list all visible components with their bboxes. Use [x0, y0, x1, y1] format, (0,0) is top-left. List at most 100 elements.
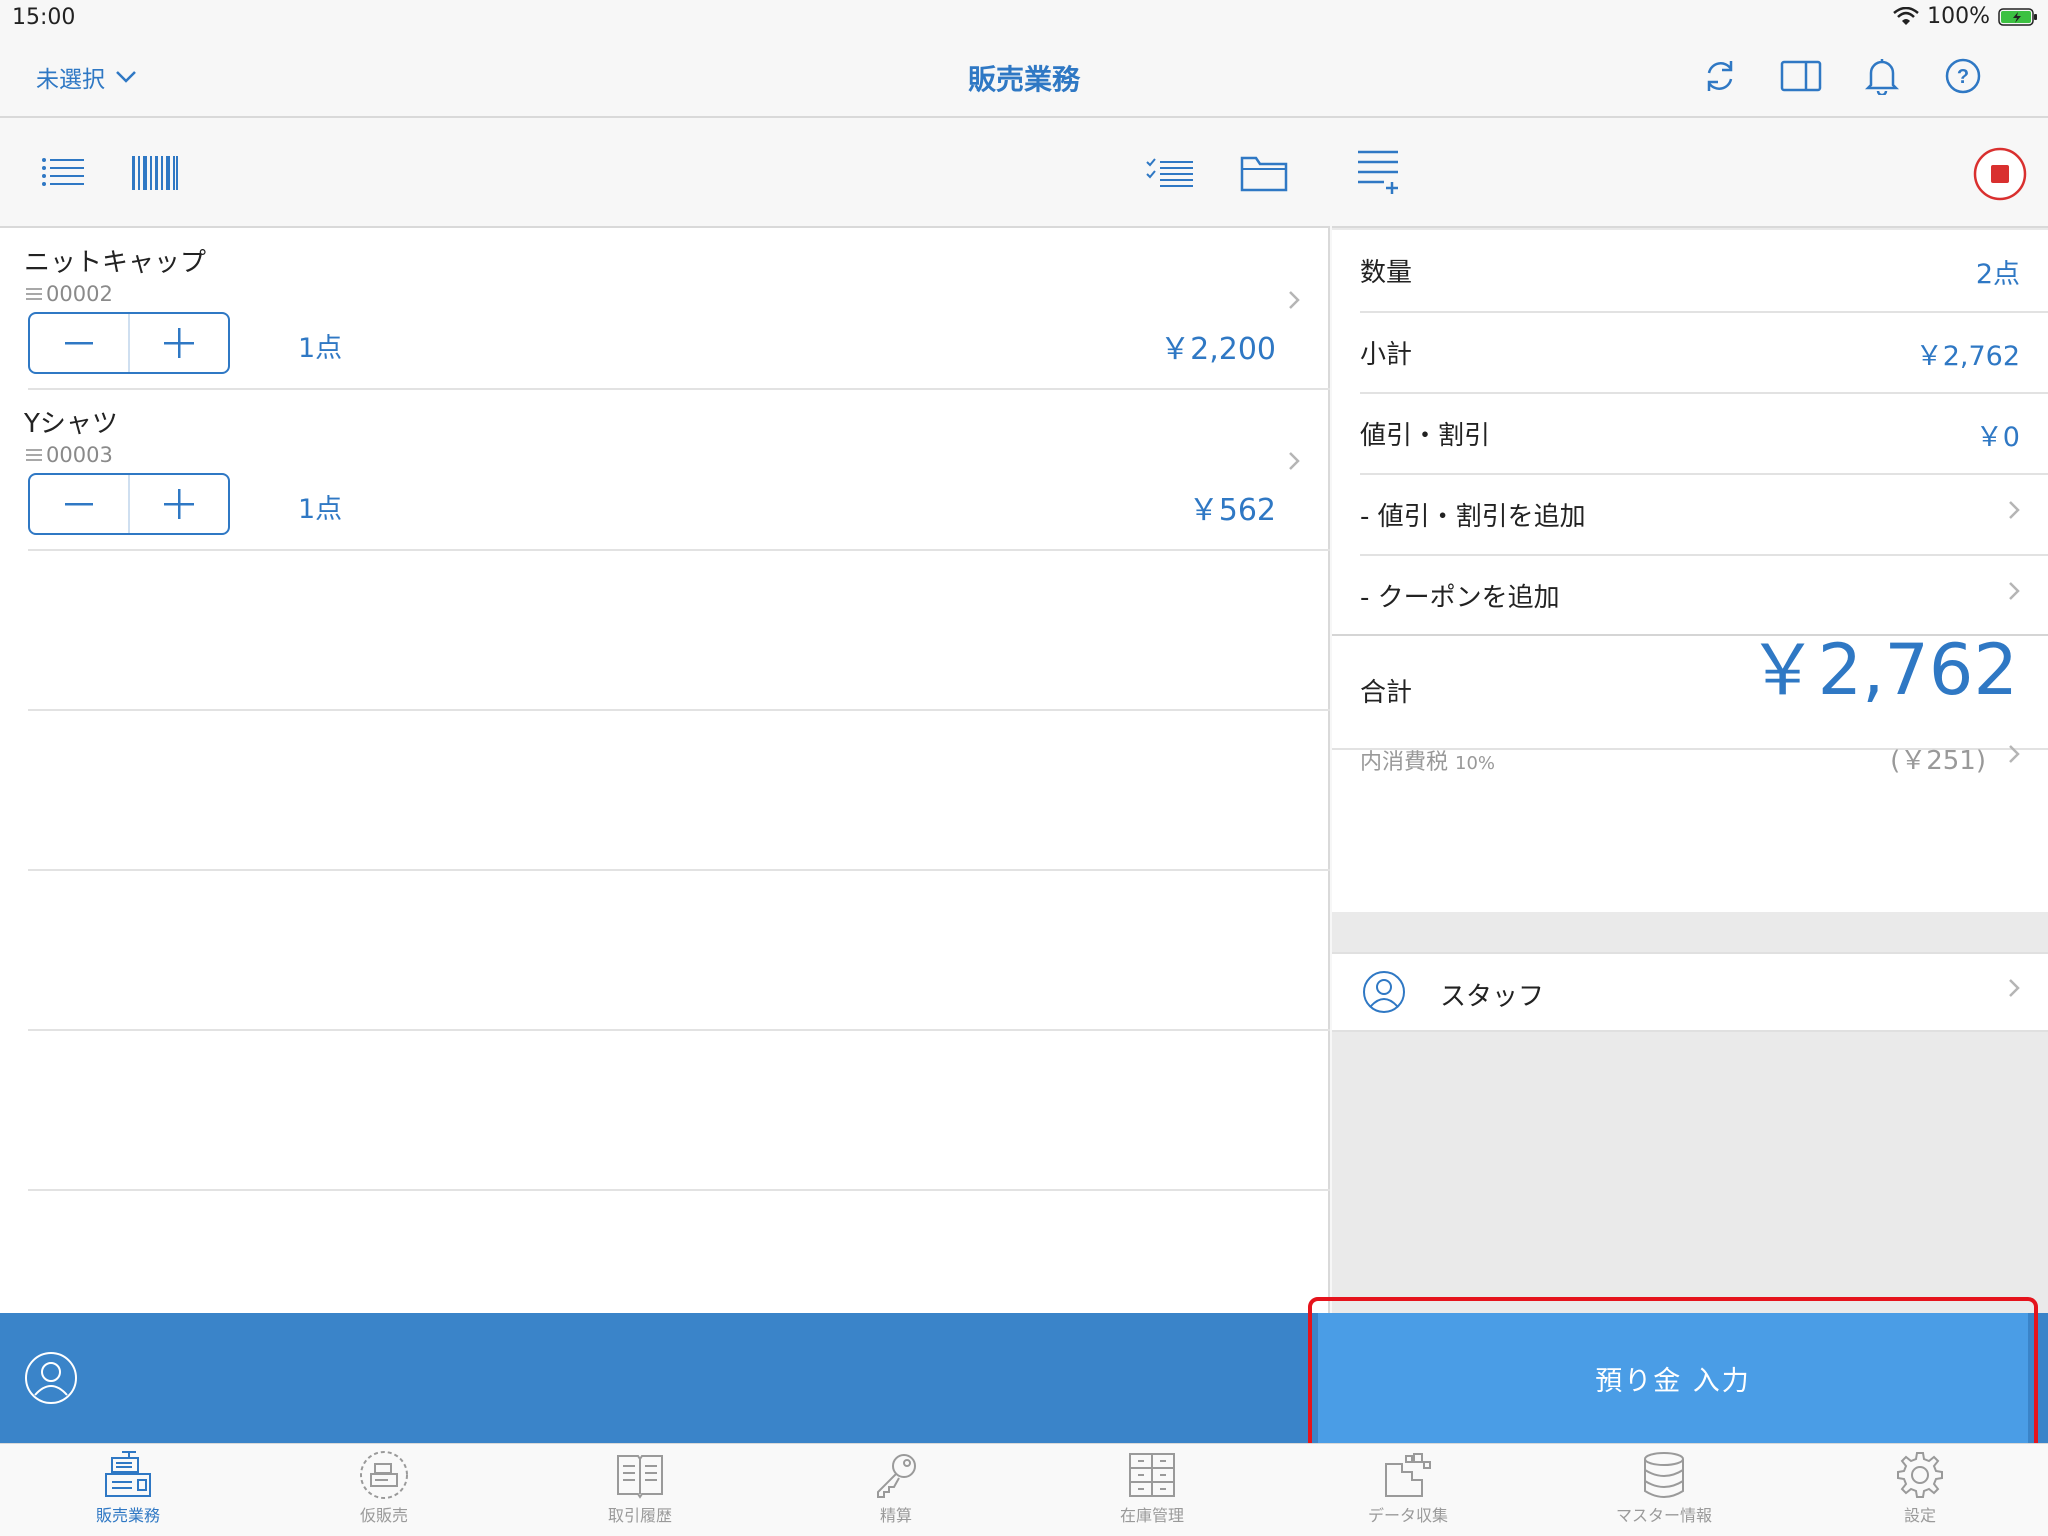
staff-row[interactable]: スタッフ [1332, 952, 2048, 1032]
staff-avatar-icon [1362, 970, 1406, 1014]
row-divider [28, 709, 1330, 711]
tax-label-text: 内消費税 [1360, 750, 1449, 775]
tab-data-collection[interactable]: データ収集 [1280, 1450, 1536, 1526]
total-value: ￥2,762 [1747, 629, 2018, 711]
tab-label: 在庫管理 [1119, 1506, 1184, 1525]
item-name: Yシャツ [24, 409, 118, 439]
summary-list: 数量 2点 小計 ￥2,762 値引・割引 ￥0 - 値引・割引を追加 - クー… [1332, 230, 2048, 912]
cart-item[interactable]: Yシャツ 00003 1点 ￥562 [0, 389, 1330, 550]
tab-settings[interactable]: 設定 [1792, 1450, 2048, 1526]
item-code: 00002 [26, 282, 113, 306]
cart-panel: ニットキャップ 00002 1点 ￥2,200 Yシャツ 00003 1点 ￥5… [0, 118, 1330, 1313]
battery-icon [1998, 7, 2038, 27]
summary-toolbar [1332, 118, 2048, 228]
tab-master-info[interactable]: マスター情報 [1536, 1450, 1792, 1526]
quantity-stepper [28, 312, 230, 374]
barcode-small-icon [26, 448, 42, 462]
chevron-right-icon [2008, 978, 2020, 998]
discount-value: ￥0 [1975, 422, 2020, 453]
data-collection-icon [1382, 1450, 1434, 1500]
status-time: 15:00 [12, 5, 76, 30]
cart-item[interactable]: ニットキャップ 00002 1点 ￥2,200 [0, 228, 1330, 389]
subtotal-row: 小計 ￥2,762 [1332, 312, 2048, 393]
summary-panel: 数量 2点 小計 ￥2,762 値引・割引 ￥0 - 値引・割引を追加 - クー… [1332, 118, 2048, 1313]
key-icon [870, 1450, 922, 1500]
subtotal-value: ￥2,762 [1915, 341, 2020, 372]
bell-icon[interactable] [1860, 54, 1904, 98]
tab-sales[interactable]: 販売業務 [0, 1450, 256, 1526]
tab-bar: 販売業務 仮販売 取引履歴 精算 在庫管理 データ収集 マスター情報 設定 [0, 1443, 2048, 1536]
discount-row: 値引・割引 ￥0 [1332, 393, 2048, 474]
decrement-button[interactable] [30, 475, 128, 533]
item-quantity: 1点 [298, 333, 343, 364]
item-code-value: 00002 [46, 282, 113, 306]
deposit-input-label: 預り金 入力 [1595, 1365, 1751, 1397]
split-view-icon[interactable] [1779, 54, 1823, 98]
tax-value: (￥251) [1890, 746, 1986, 776]
tab-provisional-sales[interactable]: 仮販売 [256, 1450, 512, 1526]
tab-label: 設定 [1903, 1506, 1936, 1525]
tax-label: 内消費税 10% [1360, 744, 1495, 776]
register-icon [102, 1450, 154, 1500]
add-list-icon[interactable] [1356, 148, 1400, 194]
barcode-icon[interactable] [128, 148, 182, 198]
database-icon [1638, 1450, 1690, 1500]
tab-label: マスター情報 [1615, 1506, 1712, 1525]
wifi-icon [1893, 6, 1919, 27]
add-coupon-label: - クーポンを追加 [1360, 583, 1560, 613]
chevron-right-icon [2008, 581, 2020, 601]
row-divider [28, 1029, 1330, 1031]
svg-text:?: ? [1957, 66, 1969, 88]
status-bar: 15:00 100% [0, 0, 2048, 36]
total-label: 合計 [1360, 678, 1413, 708]
increment-button[interactable] [128, 314, 228, 372]
cart-toolbar [0, 118, 1330, 228]
nav-bar: 未選択 販売業務 ? [0, 36, 2048, 118]
staff-label: スタッフ [1440, 982, 1545, 1012]
increment-button[interactable] [128, 475, 228, 533]
provisional-register-icon [358, 1450, 410, 1500]
row-divider [28, 869, 1330, 871]
tax-rate: 10% [1455, 753, 1496, 774]
decrement-button[interactable] [30, 314, 128, 372]
item-price: ￥2,200 [1160, 332, 1276, 367]
barcode-small-icon [26, 287, 42, 301]
quantity-row: 数量 2点 [1332, 230, 2048, 311]
quantity-value: 2点 [1975, 259, 2020, 290]
tab-label: 仮販売 [359, 1506, 408, 1525]
item-code: 00003 [26, 443, 113, 467]
chevron-right-icon[interactable] [2008, 744, 2020, 764]
chevron-right-icon [2008, 500, 2020, 520]
gear-icon [1894, 1450, 1946, 1500]
add-discount-row[interactable]: - 値引・割引を追加 [1332, 474, 2048, 555]
refresh-icon[interactable] [1698, 54, 1742, 98]
list-view-icon[interactable] [36, 148, 90, 198]
row-divider [28, 549, 1330, 551]
help-icon[interactable]: ? [1941, 54, 1985, 98]
quantity-label: 数量 [1360, 258, 1413, 288]
item-code-value: 00003 [46, 443, 113, 467]
add-discount-label: - 値引・割引を追加 [1360, 502, 1586, 532]
stop-button[interactable] [1972, 146, 2028, 202]
tab-inventory[interactable]: 在庫管理 [1024, 1450, 1280, 1526]
item-quantity: 1点 [298, 494, 343, 525]
deposit-input-button[interactable]: 預り金 入力 [1318, 1313, 2028, 1443]
book-icon [614, 1450, 666, 1500]
item-price: ￥562 [1188, 493, 1276, 528]
chevron-right-icon [1288, 451, 1300, 471]
chevron-right-icon [1288, 290, 1300, 310]
customer-button[interactable] [24, 1351, 78, 1405]
status-right: 100% [1893, 4, 2038, 29]
tab-transaction-history[interactable]: 取引履歴 [512, 1450, 768, 1526]
tab-label: 取引履歴 [607, 1506, 672, 1525]
checklist-icon[interactable] [1143, 148, 1197, 198]
folder-icon[interactable] [1237, 148, 1291, 198]
row-divider [28, 1189, 1330, 1191]
cabinet-icon [1126, 1450, 1178, 1500]
tab-settlement[interactable]: 精算 [768, 1450, 1024, 1526]
tab-label: 販売業務 [95, 1506, 160, 1525]
subtotal-label: 小計 [1360, 340, 1413, 370]
item-name: ニットキャップ [24, 248, 207, 278]
quantity-stepper [28, 473, 230, 535]
discount-label: 値引・割引 [1360, 421, 1491, 451]
